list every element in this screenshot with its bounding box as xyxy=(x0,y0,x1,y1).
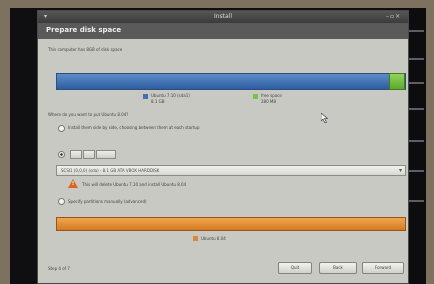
disk-select[interactable]: SCSI1 (0,0,0) (sda) - 8.1 GB ATA VBOX HA… xyxy=(56,165,406,176)
question-text: Where do you want to put Ubuntu 8.04? xyxy=(48,112,129,117)
back-button[interactable]: Back xyxy=(319,262,357,274)
mini-button-1[interactable] xyxy=(70,150,82,159)
radio-manual-label: Specify partitions manually (advanced) xyxy=(68,199,147,204)
mini-button-3[interactable] xyxy=(96,150,116,159)
legend-used-size: 8.1 GB xyxy=(151,99,165,104)
radio-use-entire-disk[interactable] xyxy=(58,151,65,158)
disk-select-value: SCSI1 (0,0,0) (sda) - 8.1 GB ATA VBOX HA… xyxy=(61,168,160,173)
step-indicator: Step 4 of 7 xyxy=(48,266,70,271)
forward-button[interactable]: Forward xyxy=(362,262,404,274)
mouse-cursor-icon xyxy=(321,113,329,123)
warning-icon-mark: ! xyxy=(71,181,75,187)
window-menu-icon[interactable]: ▾ xyxy=(44,13,54,21)
page-header: Prepare disk space xyxy=(38,23,408,39)
window-title: Install xyxy=(213,13,233,20)
disk-free-segment xyxy=(389,73,405,90)
legend-free-swatch xyxy=(253,94,258,99)
window-controls[interactable]: –▫× xyxy=(386,13,404,21)
legend-used-swatch xyxy=(143,94,148,99)
warning-text: This will delete Ubuntu 7.10 and install… xyxy=(82,182,187,187)
partition-legend-swatch xyxy=(193,236,198,241)
legend-free-label: free space xyxy=(261,93,282,98)
legend-used-label: Ubuntu 7.10 (sda1) xyxy=(151,93,190,98)
disk-usage-bar xyxy=(56,73,406,90)
radio-manual[interactable] xyxy=(58,198,65,205)
legend-free-size: 280 MB xyxy=(261,99,277,104)
new-partition-bar xyxy=(56,217,406,231)
mini-button-2[interactable] xyxy=(83,150,95,159)
quit-button[interactable]: Quit xyxy=(278,262,312,274)
page-title: Prepare disk space xyxy=(46,26,122,34)
chevron-down-icon: ▾ xyxy=(398,167,402,174)
radio-side-by-side-label: Install them side by side, choosing betw… xyxy=(68,125,200,130)
radio-side-by-side[interactable] xyxy=(58,125,65,132)
partition-legend-label: Ubuntu 8.04 xyxy=(201,236,226,241)
installer-window: Install ▾ –▫× Prepare disk space This co… xyxy=(37,10,409,284)
disk-intro-text: This computer has 8GB of disk space xyxy=(48,47,123,52)
